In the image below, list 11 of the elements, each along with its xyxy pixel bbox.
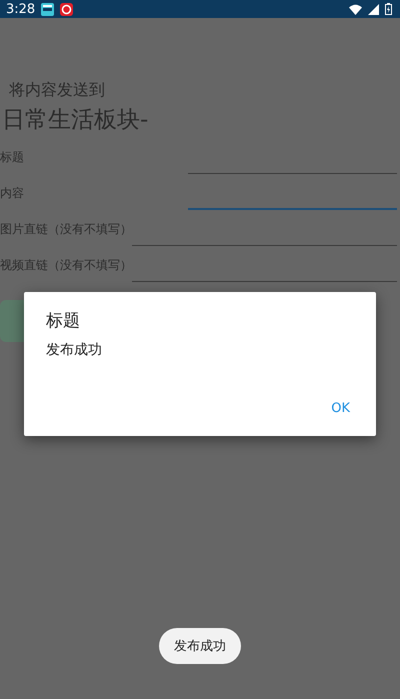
field-label: 内容 xyxy=(0,185,24,202)
toast-message: 发布成功 xyxy=(159,628,241,664)
dialog-title: 标题 xyxy=(46,310,80,332)
status-time: 3:28 xyxy=(6,2,36,16)
ok-button[interactable]: OK xyxy=(323,397,358,420)
field-label: 图片直链（没有不填写） xyxy=(0,221,132,238)
heading: 将内容发送到 xyxy=(9,80,106,100)
section-title: 日常生活板块- xyxy=(2,106,150,134)
field-label: 视频直链（没有不填写） xyxy=(0,257,132,274)
field-label: 标题 xyxy=(0,149,24,166)
dialog-message: 发布成功 xyxy=(46,341,102,359)
